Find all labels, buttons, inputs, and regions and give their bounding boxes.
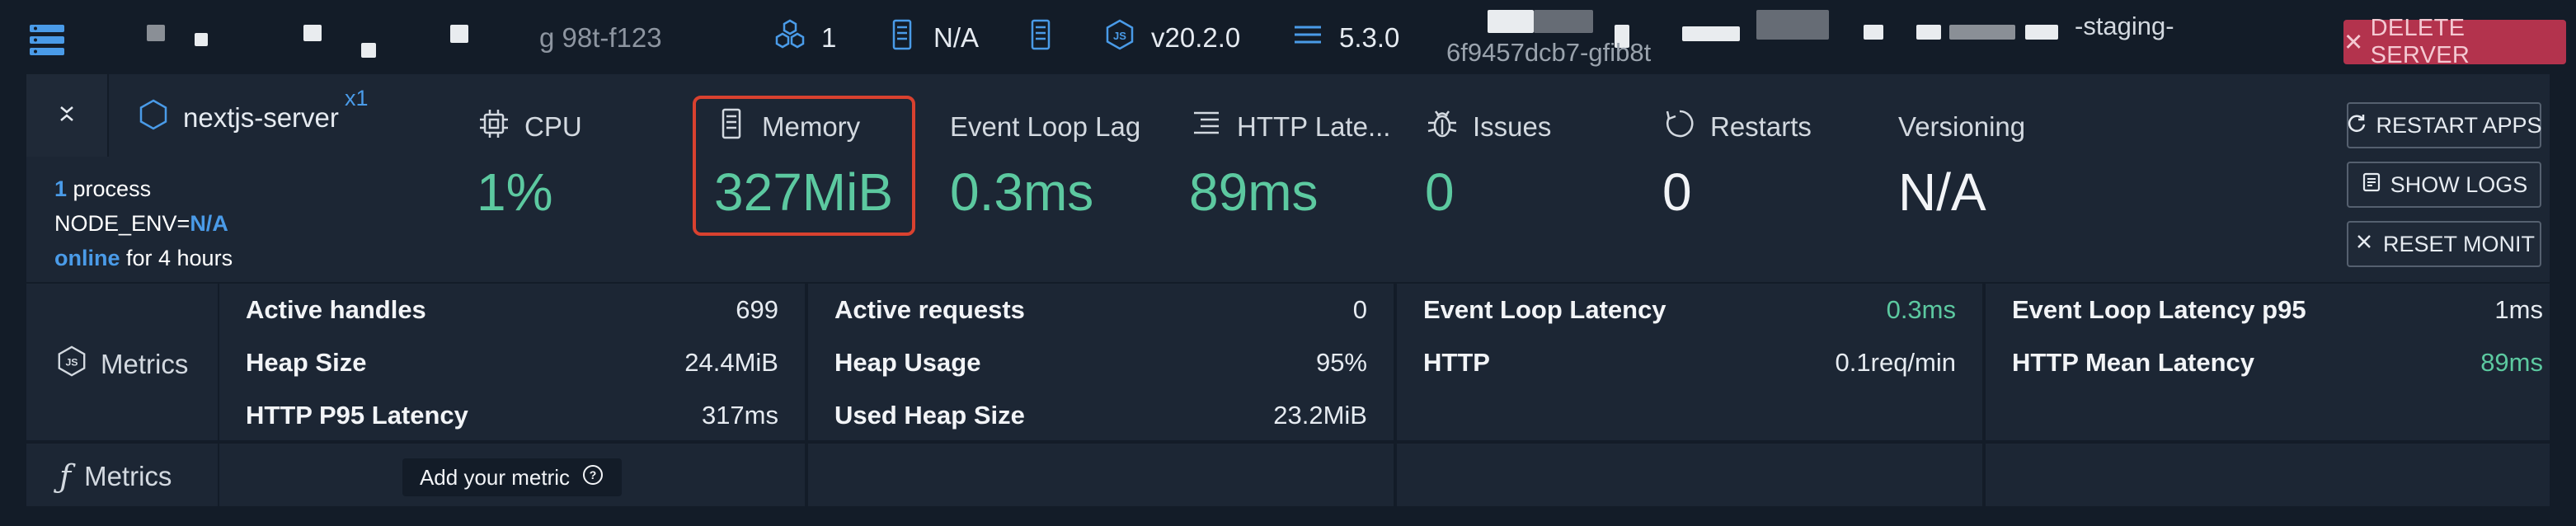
metric-issues: Issues 0 [1425, 109, 1551, 223]
refresh-icon [2346, 112, 2367, 139]
pm2-version: 5.3.0 [1339, 22, 1400, 53]
event-loop-lag-value: 0.3ms [950, 162, 1094, 222]
align-lines-icon [1189, 106, 1224, 148]
nodejs-icon: JS [56, 345, 87, 384]
pm2-version-indicator: 5.3.0 [1291, 20, 1399, 56]
node-version-indicator: JS v20.2.0 [1103, 18, 1241, 58]
hexagon-icon [139, 99, 168, 137]
server-list-icon[interactable] [28, 21, 66, 63]
menu-lines-icon [1291, 18, 1324, 58]
redacted-block [303, 25, 322, 41]
server-indicator: N/A [886, 18, 980, 58]
memory-indicator [1024, 18, 1057, 58]
collapse-chevrons-icon [58, 104, 76, 128]
metric-row: HTTP Mean Latency 89ms [2012, 348, 2543, 377]
http-latency-value: 89ms [1189, 162, 1319, 222]
redacted-block [361, 43, 376, 58]
metric-cpu: CPU 1% [477, 109, 582, 223]
memory-icon [1024, 18, 1057, 58]
document-icon [2361, 171, 2382, 199]
metric-row: Used Heap Size 23.2MiB [834, 401, 1367, 430]
redacted-block [1864, 25, 1883, 40]
metric-row: Active requests 0 [834, 295, 1367, 324]
cpu-value: 1% [477, 162, 553, 222]
metric-versioning: Versioning N/A [1898, 111, 2026, 222]
process-count: 1 [54, 176, 68, 201]
bug-icon [1425, 106, 1460, 148]
function-icon: ƒ [59, 458, 72, 495]
process-name[interactable]: nextjs-server [139, 99, 339, 137]
redacted-block [1682, 26, 1740, 41]
cpu-icon [477, 106, 511, 148]
metric-restarts: Restarts 0 [1662, 109, 1812, 223]
node-version: v20.2.0 [1151, 22, 1241, 53]
metric-row: Event Loop Latency p95 1ms [2012, 295, 2543, 324]
help-icon: ? [581, 463, 604, 492]
server-hostname: g 98t-f123 [539, 22, 662, 53]
show-logs-button[interactable]: SHOW LOGS [2347, 162, 2541, 208]
metric-row: Active handles 699 [246, 295, 778, 324]
memory-chip-icon [714, 106, 749, 148]
restart-apps-button[interactable]: RESTART APPS [2346, 102, 2542, 148]
restart-icon [1662, 106, 1697, 148]
custom-metrics-cell [1397, 444, 1982, 506]
metric-row: HTTP P95 Latency 317ms [246, 401, 778, 430]
metric-http-latency: HTTP Late... 89ms [1189, 109, 1390, 223]
custom-metrics-cell [808, 444, 1394, 506]
process-multiplier: x1 [345, 86, 369, 110]
redacted-block [1756, 10, 1829, 40]
svg-text:JS: JS [65, 357, 78, 369]
server-hash: 6f9457dcb7-gfib8t [1446, 38, 1652, 67]
restarts-value: 0 [1662, 162, 1692, 222]
server-topbar: g 98t-f123 1 N/A JS v20.2.0 5.3.0 6f9457… [0, 0, 2576, 74]
custom-metrics-row-header: ƒ Metrics [26, 444, 218, 506]
close-icon [2353, 231, 2375, 258]
status-badge: online [54, 246, 120, 270]
server-icon [886, 18, 919, 58]
metric-row: Heap Size 24.4MiB [246, 348, 778, 377]
svg-text:JS: JS [1113, 30, 1126, 42]
redacted-block [2025, 25, 2058, 40]
close-icon: ✕ [2343, 29, 2364, 56]
redacted-block [1488, 10, 1534, 33]
node-env-value: N/A [190, 211, 228, 236]
metric-row: HTTP 0.1req/min [1423, 348, 1956, 377]
metric-row: Event Loop Latency 0.3ms [1423, 295, 1956, 324]
server-value: N/A [933, 22, 980, 53]
delete-server-button[interactable]: ✕ DELETE SERVER [2343, 15, 2566, 68]
reset-monit-button[interactable]: RESET MONIT [2347, 221, 2541, 267]
metric-row: Heap Usage 95% [834, 348, 1367, 377]
uptime: for 4 hours [120, 246, 233, 270]
redacted-block [1916, 25, 1941, 40]
instances-icon [773, 18, 806, 58]
server-env-tag: -staging- [2075, 12, 2174, 40]
add-metric-button[interactable]: Add your metric ? [402, 458, 622, 496]
instances-indicator: 1 [773, 18, 837, 58]
process-count-line: 1 process [54, 176, 152, 201]
redacted-block [195, 33, 208, 46]
instances-count: 1 [821, 22, 837, 53]
versioning-value: N/A [1898, 162, 1986, 222]
collapse-toggle[interactable] [26, 74, 109, 157]
status-line: online for 4 hours [54, 246, 233, 271]
node-env-line: NODE_ENV=N/A [54, 211, 228, 236]
redacted-block [1534, 10, 1593, 33]
nodejs-icon: JS [1103, 18, 1136, 58]
redacted-block [1949, 25, 2015, 40]
metric-memory: Memory 327MiB [714, 106, 893, 223]
metrics-row-header: JS Metrics [26, 284, 218, 440]
redacted-block [450, 25, 468, 43]
issues-value: 0 [1425, 162, 1455, 222]
svg-text:?: ? [590, 468, 597, 481]
memory-value: 327MiB [714, 162, 893, 222]
metric-event-loop-lag: Event Loop Lag 0.3ms [950, 111, 1141, 222]
custom-metrics-cell [1986, 444, 2550, 506]
redacted-block [147, 25, 165, 41]
